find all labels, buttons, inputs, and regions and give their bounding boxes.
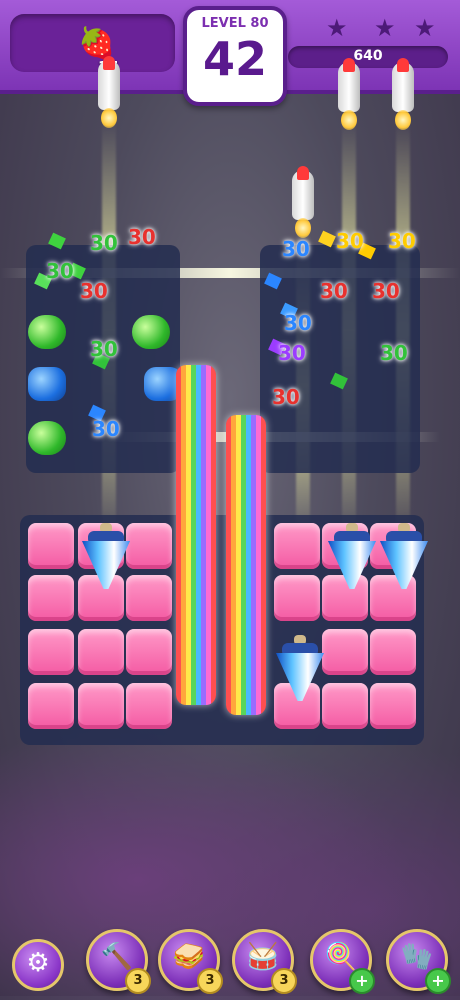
blue-candy[interactable]	[28, 367, 66, 401]
score-popup: 30	[282, 237, 310, 261]
jelly-tile[interactable]	[78, 629, 124, 675]
score-popup: 30	[92, 417, 120, 441]
score-popup: 30	[80, 279, 108, 303]
booster-glove-button[interactable]: 🧤 +	[386, 929, 451, 994]
jelly-tile[interactable]	[126, 683, 172, 729]
booster-sandwich-button[interactable]: 🥪 3	[158, 929, 223, 994]
score-popup: 30	[336, 229, 364, 253]
drill-icon[interactable]	[324, 523, 380, 591]
star-rating: ★ ★ ★	[326, 14, 446, 42]
score-popup: 30	[284, 311, 312, 335]
drill-icon[interactable]	[376, 523, 432, 591]
rainbow-ribbon	[226, 415, 266, 715]
jelly-tile[interactable]	[28, 575, 74, 621]
star-icon: ★	[326, 14, 348, 42]
moves-count: 42	[202, 32, 267, 86]
game-board: 30 30 30 30 30 30 30 30 30 30 30 30 30 3…	[20, 225, 428, 745]
score-popup: 30	[372, 279, 400, 303]
green-candy[interactable]	[132, 315, 170, 349]
jelly-tile[interactable]	[274, 523, 320, 569]
score-popup: 30	[90, 337, 118, 361]
drill-icon[interactable]	[272, 635, 328, 703]
booster-hammer-button[interactable]: 🔨 3	[86, 929, 151, 994]
jelly-tile[interactable]	[322, 629, 368, 675]
rocket-icon	[286, 166, 320, 238]
score-popup: 30	[380, 341, 408, 365]
score-popup: 30	[90, 231, 118, 255]
booster-candy-wand-button[interactable]: 🍭 +	[310, 929, 375, 994]
jelly-tile[interactable]	[28, 523, 74, 569]
star-icon: ★	[414, 14, 436, 42]
jelly-tile[interactable]	[28, 629, 74, 675]
rocket-icon	[332, 58, 366, 130]
jelly-tile[interactable]	[322, 683, 368, 729]
booster-drum-button[interactable]: 🥁 3	[232, 929, 297, 994]
star-icon: ★	[374, 14, 396, 42]
booster-bar: ⚙ 🔨 3 🥪 3 🥁 3 🍭 + 🧤 +	[0, 925, 460, 996]
rocket-icon	[386, 58, 420, 130]
booster-count-badge: 3	[197, 968, 223, 994]
drill-icon[interactable]	[78, 523, 134, 591]
booster-add-badge: +	[349, 968, 375, 994]
moves-card: LEVEL 80 42	[183, 6, 287, 106]
score-popup: 30	[272, 385, 300, 409]
jelly-tile[interactable]	[78, 683, 124, 729]
green-candy[interactable]	[28, 315, 66, 349]
settings-button[interactable]: ⚙	[12, 939, 64, 991]
score-popup: 30	[128, 225, 156, 249]
jelly-tile[interactable]	[28, 683, 74, 729]
booster-count-badge: 3	[125, 968, 151, 994]
gear-icon: ⚙	[26, 948, 50, 978]
rocket-icon	[92, 56, 126, 128]
score-popup: 30	[278, 341, 306, 365]
score-popup: 30	[388, 229, 416, 253]
booster-add-badge: +	[425, 968, 451, 994]
score-popup: 30	[320, 279, 348, 303]
score-bar: 640	[288, 46, 448, 68]
level-label: LEVEL 80	[201, 16, 269, 31]
jelly-tile[interactable]	[370, 683, 416, 729]
score-popup: 30	[46, 259, 74, 283]
jelly-tile[interactable]	[370, 629, 416, 675]
booster-count-badge: 3	[271, 968, 297, 994]
jelly-tile[interactable]	[274, 575, 320, 621]
score-value: 640	[353, 48, 383, 64]
green-candy[interactable]	[28, 421, 66, 455]
rainbow-ribbon	[176, 365, 216, 705]
jelly-tile[interactable]	[126, 629, 172, 675]
